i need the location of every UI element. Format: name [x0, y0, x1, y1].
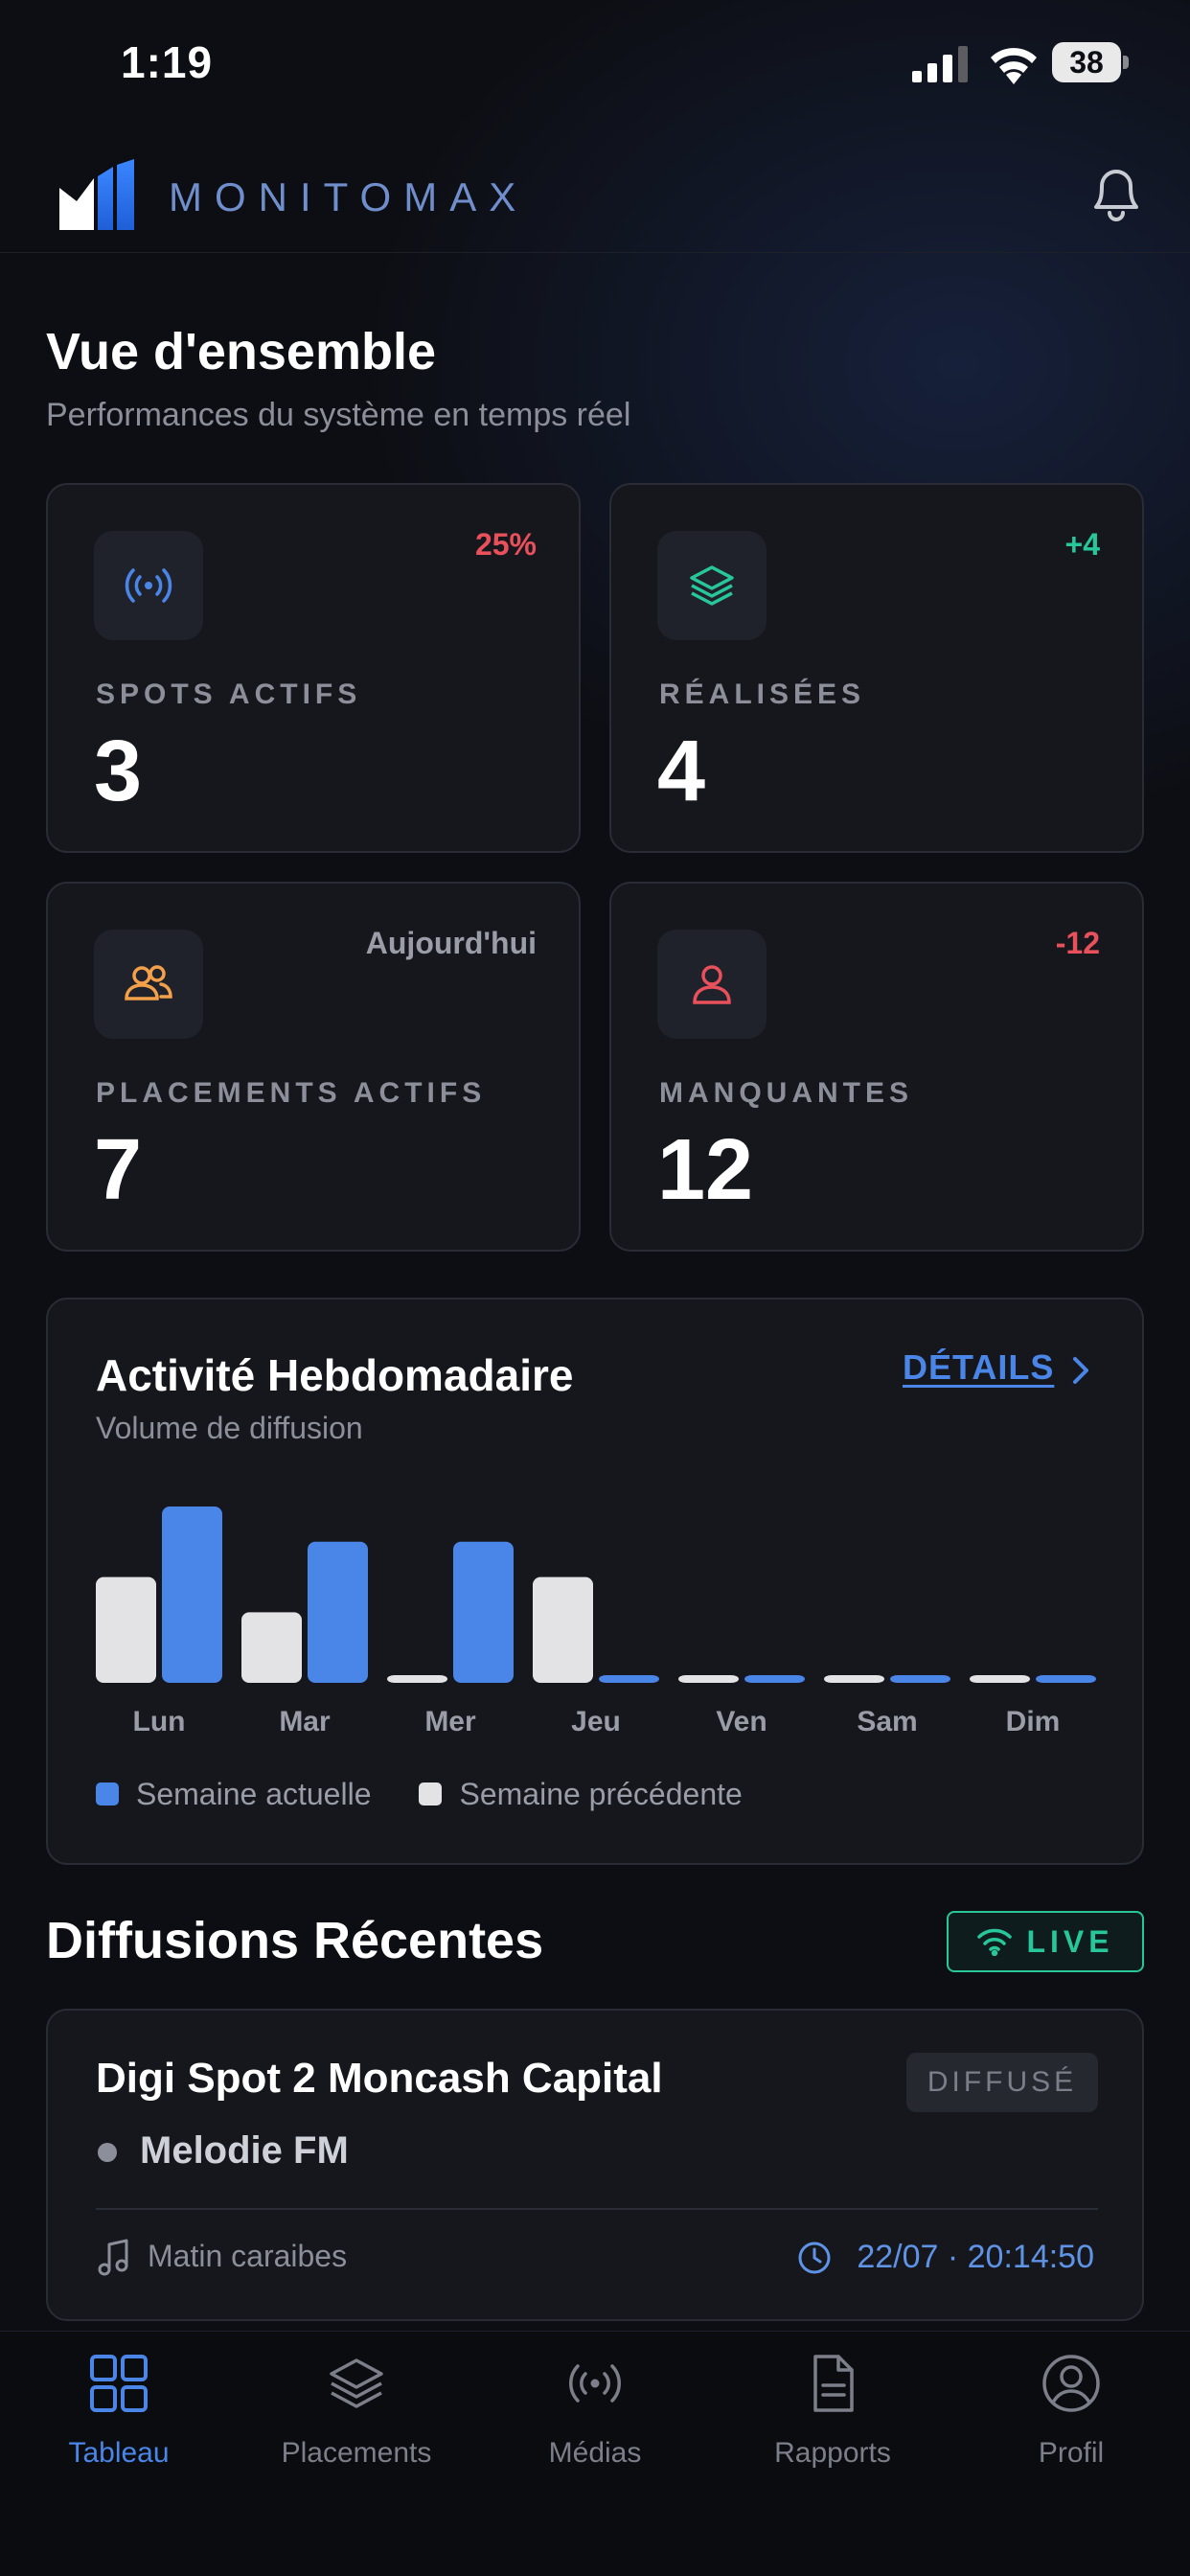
broadcast-title: Digi Spot 2 Moncash Capital: [96, 2055, 663, 2102]
stat-value: 3: [94, 724, 143, 819]
divider: [96, 2208, 1098, 2210]
page-title: Vue d'ensemble: [46, 323, 436, 380]
status-time: 1:19: [121, 37, 214, 87]
x-tick-label: Mar: [279, 1706, 331, 1737]
stat-card-manquantes[interactable]: -12 MANQUANTES 12: [609, 882, 1144, 1252]
dashboard-screen: 1:19 38 MONITOMAX Vue d'ensemble Perform…: [0, 0, 1190, 2576]
nav-item-rapports[interactable]: Rapports: [714, 2332, 951, 2504]
bar-previous-sam[interactable]: [824, 1675, 884, 1683]
broadcast-icon: [569, 2364, 621, 2403]
weekly-activity-card: Lun Mar Mer Jeu Ven Sam Dim Activité Hebdomada…: [46, 1298, 1144, 1865]
broadcast-icon: [125, 568, 172, 603]
bar-previous-dim[interactable]: [970, 1675, 1030, 1683]
notification-bell-icon[interactable]: [1088, 161, 1144, 222]
bar-previous-mer[interactable]: [387, 1675, 447, 1683]
stat-icon-wrapper: [94, 531, 203, 640]
stat-icon-wrapper: [657, 930, 767, 1039]
stat-icon-wrapper: [94, 930, 203, 1039]
broadcast-datetime: 22/07 · 20:14:50: [857, 2239, 1094, 2275]
x-tick-label: Jeu: [571, 1706, 621, 1737]
nav-item-profil[interactable]: Profil: [952, 2332, 1190, 2504]
legend-swatch-current: [96, 1782, 119, 1806]
bottom-navigation: Tableau Placements Médias Rapports Profi…: [0, 2331, 1190, 2576]
legend-swatch-previous: [419, 1782, 443, 1806]
stat-badge: -12: [1055, 926, 1100, 960]
bar-previous-jeu[interactable]: [533, 1576, 593, 1683]
stat-badge: +4: [1064, 527, 1100, 562]
bar-current-mer[interactable]: [453, 1541, 514, 1683]
stat-badge: 25%: [474, 527, 537, 562]
bar-current-ven[interactable]: [744, 1675, 805, 1683]
chart-title: Activité Hebdomadaire: [96, 1350, 574, 1400]
stat-value: 12: [657, 1122, 754, 1218]
nav-label: Rapports: [774, 2437, 891, 2469]
clock-icon: [798, 2242, 831, 2274]
music-note-icon: [98, 2239, 128, 2276]
stat-card-spots-actifs[interactable]: 25% SPOTS ACTIFS 3: [46, 483, 581, 853]
signal-icon: [912, 46, 968, 82]
nav-label: Placements: [281, 2437, 432, 2469]
bar-current-dim[interactable]: [1036, 1675, 1096, 1683]
battery-indicator: 38: [1052, 42, 1129, 82]
legend-label-current: Semaine actuelle: [136, 1776, 372, 1811]
legend-label-previous: Semaine précédente: [459, 1776, 743, 1811]
bar-current-jeu[interactable]: [599, 1675, 659, 1683]
broadcast-station: Melodie FM: [140, 2129, 349, 2172]
x-tick-label: Mer: [424, 1706, 476, 1737]
nav-item-medias[interactable]: Médias: [476, 2332, 714, 2504]
stat-label: MANQUANTES: [659, 1077, 913, 1109]
recent-broadcasts-title: Diffusions Récentes: [46, 1912, 544, 1969]
app-header: MONITOMAX: [0, 134, 1190, 253]
user-icon: [693, 965, 731, 1004]
stat-card-realisees[interactable]: +4 RÉALISÉES 4: [609, 483, 1144, 853]
grid-icon: [90, 2355, 148, 2412]
chart-subtitle: Volume de diffusion: [96, 1411, 363, 1445]
station-dot: [98, 2143, 117, 2162]
stat-label: SPOTS ACTIFS: [96, 678, 362, 710]
x-tick-label: Dim: [1006, 1706, 1061, 1737]
layers-icon: [690, 565, 734, 606]
stat-icon-wrapper: [657, 531, 767, 640]
bar-current-mar[interactable]: [308, 1541, 368, 1683]
x-tick-label: Ven: [716, 1706, 767, 1737]
live-label: LIVE: [1026, 1923, 1114, 1959]
bar-current-lun[interactable]: [162, 1506, 222, 1683]
wifi-icon: [991, 48, 1037, 84]
nav-item-placements[interactable]: Placements: [238, 2332, 475, 2504]
battery-tip: [1123, 56, 1129, 69]
wifi-icon: [977, 1928, 1013, 1956]
details-link[interactable]: DÉTAILS: [903, 1347, 1054, 1388]
broadcast-item[interactable]: Digi Spot 2 Moncash Capital DIFFUSÉ Melo…: [46, 2009, 1144, 2321]
bar-previous-lun[interactable]: [96, 1576, 156, 1683]
live-badge[interactable]: LIVE: [947, 1911, 1144, 1972]
broadcast-status-badge: DIFFUSÉ: [906, 2053, 1098, 2112]
nav-label: Profil: [1038, 2437, 1105, 2469]
brand-name: MONITOMAX: [169, 174, 529, 219]
stat-card-placements-actifs[interactable]: Aujourd'hui PLACEMENTS ACTIFS 7: [46, 882, 581, 1252]
nav-label: Tableau: [68, 2437, 170, 2469]
chart-legend: Semaine actuelle Semaine précédente: [96, 1773, 790, 1815]
stat-badge: Aujourd'hui: [365, 926, 537, 960]
bar-previous-mar[interactable]: [241, 1612, 302, 1683]
profile-icon: [1042, 2355, 1100, 2412]
nav-item-tableau[interactable]: Tableau: [0, 2332, 238, 2504]
nav-label: Médias: [548, 2437, 642, 2469]
battery-level: 38: [1052, 42, 1121, 82]
x-tick-label: Sam: [857, 1706, 917, 1737]
broadcast-show: Matin caraibes: [148, 2239, 348, 2273]
layers-icon: [330, 2358, 383, 2408]
stat-value: 7: [94, 1122, 143, 1218]
stat-value: 4: [657, 724, 706, 819]
page-subtitle: Performances du système en temps réel: [46, 397, 631, 433]
chevron-right-icon[interactable]: [1067, 1353, 1094, 1388]
monitomax-logo-icon: [59, 159, 134, 230]
document-icon: [813, 2355, 854, 2412]
bar-previous-ven[interactable]: [678, 1675, 739, 1683]
x-tick-label: Lun: [133, 1706, 186, 1737]
stat-label: PLACEMENTS ACTIFS: [96, 1077, 487, 1109]
status-bar: 1:19 38: [0, 0, 1190, 134]
users-icon: [125, 965, 172, 1000]
bar-current-sam[interactable]: [890, 1675, 950, 1683]
stat-label: RÉALISÉES: [659, 678, 866, 710]
